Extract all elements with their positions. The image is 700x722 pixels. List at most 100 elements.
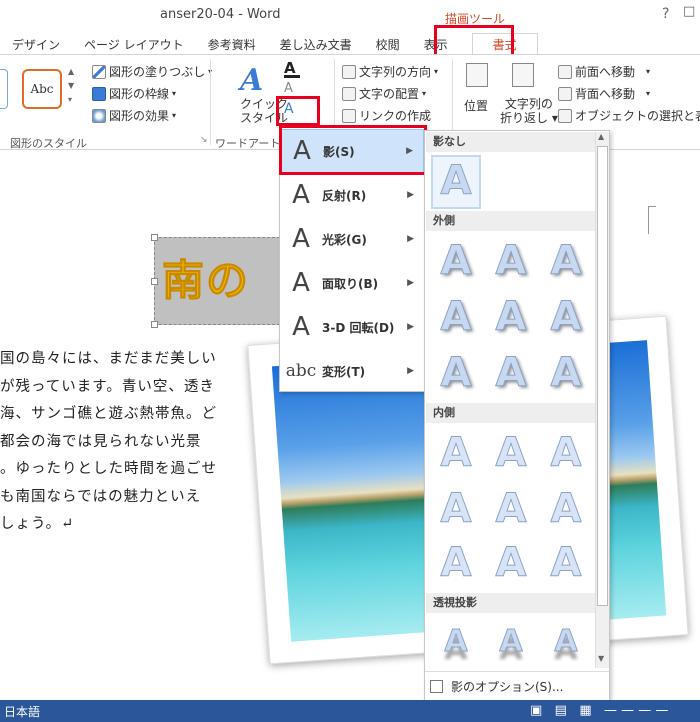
section-inner: 内側 [426, 403, 595, 423]
title-bar: anser20-04 - Word 描画ツール ? □ [0, 0, 700, 30]
wrap-text-button[interactable]: 文字列の 折り返し ▾ [500, 97, 558, 125]
shadow-none-preview: A [440, 158, 472, 205]
tab-review[interactable]: 校閲 [364, 33, 412, 55]
group-label-shape-styles: 図形のスタイル [10, 137, 87, 150]
send-backward-button[interactable]: 背面へ移動 ▾ [558, 85, 650, 102]
send-backward-icon [558, 86, 572, 101]
submenu-arrow-icon: ▶ [407, 366, 414, 376]
shadow-options-label: 影のオプション(S)... [451, 680, 564, 694]
shadow-item-highlight [279, 125, 427, 175]
position-button[interactable]: 位置 [464, 97, 488, 114]
separator [210, 59, 211, 145]
shape-effects-button[interactable]: 図形の効果 ▾ [92, 107, 176, 124]
bevel-icon: A [292, 268, 310, 298]
selection-pane-button[interactable]: オブジェクトの選択と表示 [558, 107, 700, 124]
tab-mailings[interactable]: 差し込み文書 [268, 33, 364, 55]
create-link-button[interactable]: リンクの作成 [342, 107, 431, 124]
inner-shadow-option[interactable]: A [485, 427, 537, 479]
inner-shadow-option[interactable]: A [540, 483, 592, 535]
shadow-options-checkbox-icon [430, 680, 443, 693]
text-align-icon [342, 86, 356, 101]
resize-handle[interactable] [151, 234, 158, 241]
outer-shadow-option[interactable]: A [540, 347, 592, 399]
selection-pane-icon [558, 108, 572, 123]
body-line: 。ゆったりとした時間を過ごせ [0, 461, 217, 477]
perspective-shadow-option[interactable]: A [430, 615, 482, 667]
text-direction-button[interactable]: 文字列の方向 ▾ [342, 63, 438, 80]
submenu-arrow-icon: ▶ [407, 190, 414, 200]
maximize-icon[interactable]: □ [683, 4, 695, 19]
inner-shadow-option[interactable]: A [430, 427, 482, 479]
bring-forward-button[interactable]: 前面へ移動 ▾ [558, 63, 650, 80]
text-effects-button-highlight[interactable] [276, 96, 320, 126]
body-line: 国の島々には、まだまだ美しい [0, 351, 217, 367]
menu-item-reflection[interactable]: A 反射(R) ▶ [280, 173, 424, 217]
outer-shadow-option[interactable]: A [485, 291, 537, 343]
scroll-down-icon[interactable]: ▼ [598, 654, 604, 663]
transform-icon: abc [285, 361, 317, 381]
outer-shadow-option[interactable]: A [430, 235, 482, 287]
scroll-up-icon[interactable]: ▲ [598, 132, 604, 141]
submenu-arrow-icon: ▶ [407, 278, 414, 288]
body-line: が残っています。青い空、透き [0, 378, 215, 395]
style-gallery-scroll[interactable]: ▲ ▼ ▾ [68, 65, 80, 113]
pen-outline-icon [92, 86, 106, 101]
inner-shadow-option[interactable]: A [430, 537, 482, 589]
section-perspective: 透視投影 [426, 593, 595, 613]
inner-shadow-option[interactable]: A [485, 537, 537, 589]
inner-shadow-option[interactable]: A [485, 483, 537, 535]
shadow-options-row[interactable]: 影のオプション(S)... [425, 671, 609, 701]
outer-shadow-option[interactable]: A [540, 291, 592, 343]
view-mode-icons[interactable]: ▣ ▤ ▦ — — — — [530, 703, 673, 718]
tab-references[interactable]: 参考資料 [196, 33, 268, 55]
glow-icon: A [292, 224, 310, 254]
position-icon[interactable] [466, 63, 488, 87]
3d-rotation-icon: A [292, 312, 310, 342]
body-line: しょう。↵ [0, 516, 75, 532]
wordart-text[interactable]: 南の [161, 247, 250, 308]
shape-outline-button[interactable]: 図形の枠線 ▾ [92, 85, 176, 102]
menu-item-3d-rotation[interactable]: A 3-D 回転(D) ▶ [280, 305, 424, 349]
section-outer: 外側 [426, 211, 595, 231]
tab-design[interactable]: デザイン [0, 33, 72, 55]
inner-shadow-option[interactable]: A [430, 483, 482, 535]
body-line: 都会の海では見られない光景 [0, 433, 202, 450]
bring-forward-icon [558, 64, 572, 79]
menu-item-bevel[interactable]: A 面取り(B) ▶ [280, 261, 424, 305]
help-icon[interactable]: ? [662, 6, 669, 22]
text-direction-icon [342, 64, 356, 79]
quick-style-icon[interactable]: A [240, 63, 263, 98]
style-preview-partial[interactable] [0, 69, 8, 109]
inner-shadow-option[interactable]: A [540, 537, 592, 589]
body-line: 海、サンゴ礁と遊ぶ熱帯魚。ど [0, 406, 217, 422]
tab-page-layout[interactable]: ページ レイアウト [72, 33, 196, 55]
window-title: anser20-04 - Word [160, 7, 281, 22]
perspective-shadow-option[interactable]: A [540, 615, 592, 667]
status-bar: 日本語 ▣ ▤ ▦ — — — — [0, 700, 700, 722]
menu-item-glow[interactable]: A 光彩(G) ▶ [280, 217, 424, 261]
outer-shadow-option[interactable]: A [430, 347, 482, 399]
body-line: も南国ならではの魅力といえ [0, 488, 202, 505]
section-no-shadow: 影なし [426, 132, 595, 152]
inner-shadow-option[interactable]: A [540, 427, 592, 479]
language-status[interactable]: 日本語 [4, 703, 40, 720]
gallery-scrollbar[interactable]: ▲ ▼ [595, 132, 609, 668]
shape-fill-button[interactable]: 図形の塗りつぶし▾ [92, 63, 212, 80]
shape-effects-icon [92, 108, 106, 123]
resize-handle[interactable] [151, 321, 158, 328]
outer-shadow-option[interactable]: A [485, 235, 537, 287]
menu-item-transform[interactable]: abc 変形(T) ▶ [280, 349, 424, 393]
outer-shadow-option[interactable]: A [540, 235, 592, 287]
text-outline-icon[interactable]: A [284, 81, 293, 96]
perspective-shadow-option[interactable]: A [485, 615, 537, 667]
dialog-launcher-icon[interactable]: ↘ [200, 135, 208, 145]
paint-bucket-icon [92, 64, 106, 79]
scroll-thumb[interactable] [597, 146, 608, 606]
outer-shadow-option[interactable]: A [430, 291, 482, 343]
text-align-button[interactable]: 文字の配置 ▾ [342, 85, 426, 102]
shadow-gallery: 影なし A 外側 A A A A A A A A A 内側 A A A A A … [424, 130, 610, 703]
wrap-text-icon[interactable] [512, 63, 534, 87]
resize-handle[interactable] [151, 278, 158, 285]
outer-shadow-option[interactable]: A [485, 347, 537, 399]
style-preview-abc[interactable]: Abc [22, 69, 62, 109]
